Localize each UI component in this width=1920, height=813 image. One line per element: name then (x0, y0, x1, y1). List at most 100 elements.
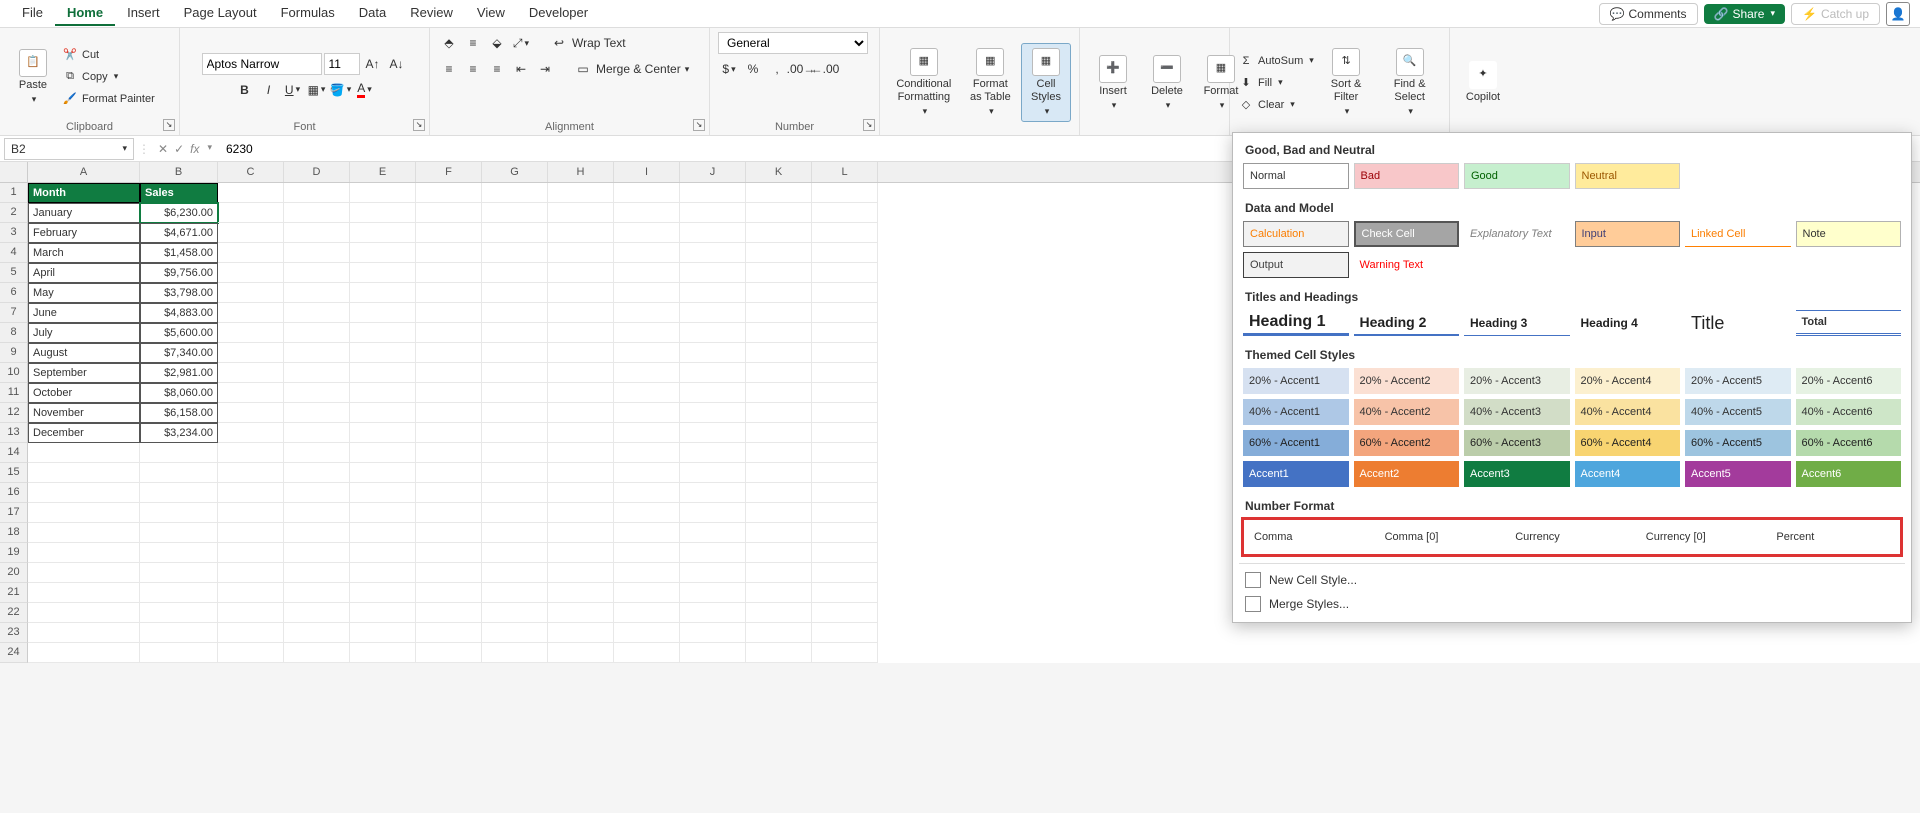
cell[interactable] (680, 443, 746, 463)
style-accent[interactable]: Accent1 (1243, 461, 1349, 487)
menu-data[interactable]: Data (347, 1, 398, 26)
cell[interactable] (614, 203, 680, 223)
cell[interactable]: $1,458.00 (140, 243, 218, 263)
cell[interactable] (812, 363, 878, 383)
cell[interactable] (350, 303, 416, 323)
style-check-cell[interactable]: Check Cell (1354, 221, 1460, 247)
copilot-button[interactable]: ✦Copilot (1458, 57, 1508, 108)
cell[interactable] (614, 183, 680, 203)
style-comma[interactable]: Comma (1248, 524, 1374, 550)
cell[interactable] (482, 603, 548, 623)
cell[interactable] (416, 343, 482, 363)
cell[interactable] (680, 203, 746, 223)
cell[interactable] (482, 443, 548, 463)
style-accent[interactable]: 40% - Accent5 (1685, 399, 1791, 425)
paste-button[interactable]: 📋 Paste ▾ (8, 45, 58, 109)
cell[interactable] (548, 183, 614, 203)
cell[interactable] (548, 203, 614, 223)
cell[interactable] (416, 463, 482, 483)
cell[interactable] (482, 383, 548, 403)
col-header-c[interactable]: C (218, 162, 284, 182)
style-accent[interactable]: 60% - Accent2 (1354, 430, 1460, 456)
style-neutral[interactable]: Neutral (1575, 163, 1681, 189)
cell[interactable] (416, 303, 482, 323)
style-heading3[interactable]: Heading 3 (1464, 310, 1570, 336)
row-header[interactable]: 19 (0, 543, 28, 563)
cell[interactable] (218, 543, 284, 563)
cell[interactable] (746, 623, 812, 643)
cell[interactable] (746, 543, 812, 563)
cancel-formula-icon[interactable]: ✕ (158, 142, 168, 156)
format-painter-button[interactable]: 🖌️Format Painter (62, 89, 155, 109)
row-header[interactable]: 5 (0, 263, 28, 283)
cell[interactable] (482, 503, 548, 523)
cell[interactable] (746, 363, 812, 383)
cell[interactable] (350, 363, 416, 383)
cell[interactable] (680, 323, 746, 343)
cell[interactable] (140, 563, 218, 583)
row-header[interactable]: 23 (0, 623, 28, 643)
cell[interactable] (680, 343, 746, 363)
cell[interactable] (350, 583, 416, 603)
style-total[interactable]: Total (1796, 310, 1902, 336)
cell[interactable] (680, 463, 746, 483)
cell[interactable] (350, 383, 416, 403)
cell[interactable] (746, 323, 812, 343)
menu-developer[interactable]: Developer (517, 1, 600, 26)
row-header[interactable]: 1 (0, 183, 28, 203)
align-left-icon[interactable]: ≡ (438, 58, 460, 80)
cell[interactable] (284, 523, 350, 543)
cell[interactable] (218, 463, 284, 483)
cell[interactable] (614, 363, 680, 383)
cell[interactable] (614, 343, 680, 363)
cell[interactable] (350, 603, 416, 623)
cell[interactable] (812, 523, 878, 543)
cell[interactable] (28, 543, 140, 563)
cell[interactable] (548, 363, 614, 383)
cell[interactable] (548, 523, 614, 543)
cell[interactable] (548, 643, 614, 663)
cell[interactable] (548, 343, 614, 363)
style-accent[interactable]: Accent4 (1575, 461, 1681, 487)
style-bad[interactable]: Bad (1354, 163, 1460, 189)
cell[interactable] (350, 283, 416, 303)
cell[interactable] (548, 423, 614, 443)
comma-format-icon[interactable]: , (766, 58, 788, 80)
style-percent[interactable]: Percent (1770, 524, 1896, 550)
cell[interactable] (416, 243, 482, 263)
style-heading2[interactable]: Heading 2 (1354, 310, 1460, 336)
find-select-button[interactable]: 🔍Find & Select▾ (1378, 44, 1441, 121)
cell[interactable]: February (28, 223, 140, 243)
cell[interactable] (482, 283, 548, 303)
style-accent[interactable]: 20% - Accent3 (1464, 368, 1570, 394)
cell[interactable] (218, 523, 284, 543)
cell[interactable] (416, 443, 482, 463)
cell[interactable] (614, 523, 680, 543)
cell[interactable] (746, 203, 812, 223)
name-box[interactable]: B2▾ (4, 138, 134, 160)
align-middle-icon[interactable]: ≡ (462, 32, 484, 54)
cell[interactable] (812, 323, 878, 343)
cell[interactable] (812, 543, 878, 563)
cell[interactable] (614, 603, 680, 623)
cell[interactable] (218, 243, 284, 263)
cell[interactable] (812, 283, 878, 303)
row-header[interactable]: 22 (0, 603, 28, 623)
font-color-button[interactable]: A▾ (354, 79, 376, 101)
clear-button[interactable]: ◇Clear▾ (1238, 95, 1314, 115)
cell[interactable] (746, 563, 812, 583)
menu-insert[interactable]: Insert (115, 1, 172, 26)
style-good[interactable]: Good (1464, 163, 1570, 189)
cell[interactable] (680, 223, 746, 243)
cell[interactable] (416, 423, 482, 443)
cell[interactable] (614, 623, 680, 643)
cell[interactable] (218, 363, 284, 383)
cell[interactable] (284, 623, 350, 643)
sort-filter-button[interactable]: ⇅Sort & Filter▾ (1318, 44, 1375, 121)
cell[interactable] (218, 303, 284, 323)
cell[interactable] (482, 623, 548, 643)
cell[interactable] (614, 223, 680, 243)
cell[interactable] (28, 503, 140, 523)
style-title[interactable]: Title (1685, 310, 1791, 336)
cell[interactable] (350, 443, 416, 463)
